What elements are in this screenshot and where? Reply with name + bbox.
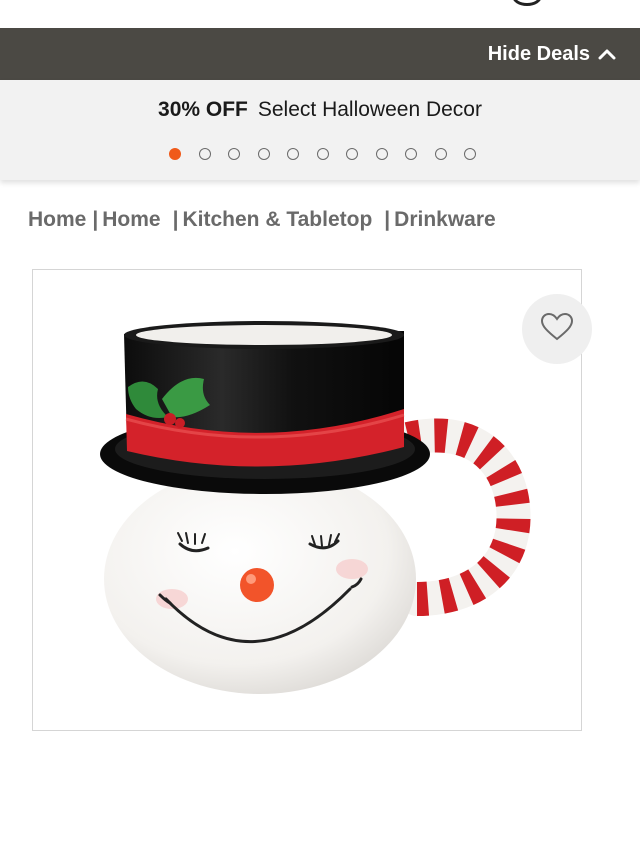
heart-icon [540,312,574,347]
account-icon[interactable] [512,0,542,6]
chevron-up-icon [598,48,616,60]
breadcrumb-item-kitchen[interactable]: Kitchen & Tabletop [183,208,373,232]
snowman-mug-image [32,269,582,731]
carousel-dot[interactable] [257,148,270,160]
carousel-dot[interactable] [316,148,329,160]
carousel-dot[interactable] [464,148,476,160]
promo-description: Select Halloween Decor [257,98,482,121]
breadcrumb-separator: | [384,208,391,231]
breadcrumb-item-drinkware[interactable]: Drinkware [394,208,496,232]
promo-text[interactable]: 30% OFF Select Halloween Decor [0,98,640,122]
carousel-dot[interactable] [375,148,388,160]
breadcrumb: Home | Home | Kitchen & Tabletop | Drinkware [28,208,496,238]
carousel-dot[interactable] [198,148,211,160]
promo-discount: 30% OFF [158,98,248,121]
carousel-dot[interactable] [346,148,358,160]
carousel-dot[interactable] [228,148,240,160]
breadcrumb-item-home-2[interactable]: Home [102,208,160,232]
carousel-dot[interactable] [287,148,299,160]
carousel-dot[interactable] [405,148,417,160]
wishlist-button[interactable] [522,294,592,364]
deals-bar: Hide Deals [0,28,640,80]
hide-deals-label: Hide Deals [487,42,590,65]
promo-carousel[interactable]: 30% OFF Select Halloween Decor [0,80,640,180]
cart-icon[interactable] [578,0,604,4]
carousel-dot[interactable] [434,148,447,160]
breadcrumb-item-home[interactable]: Home [28,208,86,232]
breadcrumb-separator: | [172,208,179,231]
carousel-dot[interactable] [169,148,181,160]
hide-deals-button[interactable]: Hide Deals [488,40,616,68]
breadcrumb-separator: | [92,208,99,231]
carousel-dots [0,148,640,162]
top-header-strip [0,0,640,28]
